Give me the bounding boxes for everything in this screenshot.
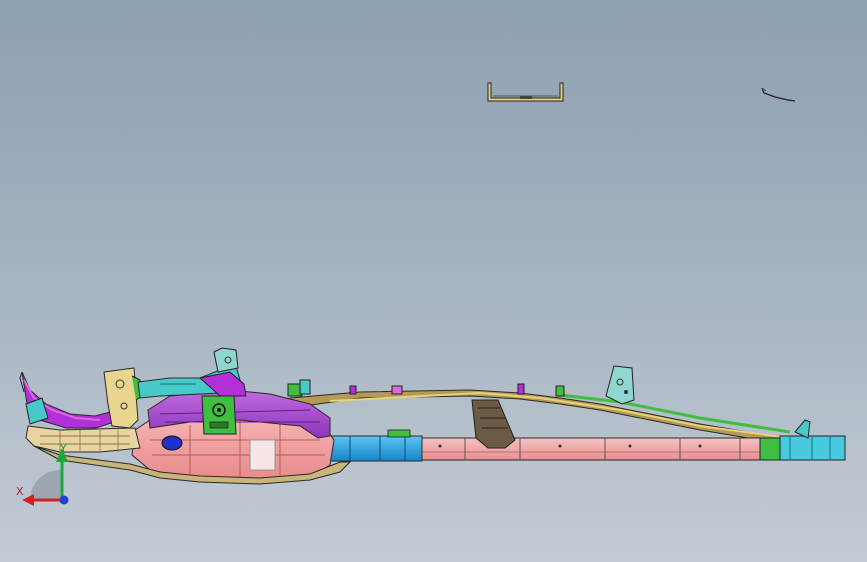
coordinate-triad (22, 448, 69, 506)
x-axis-label: X (16, 485, 24, 498)
model-canvas[interactable] (0, 0, 867, 562)
rear-mount-bracket[interactable] (605, 365, 635, 405)
rear-frame-rail[interactable] (419, 437, 776, 461)
rear-mount-bracket[interactable] (759, 419, 846, 461)
graphics-viewport[interactable]: X Y (0, 0, 867, 562)
floating-wire-part[interactable] (761, 87, 796, 102)
suspension-tower[interactable] (137, 347, 247, 399)
floating-channel-part[interactable] (487, 82, 564, 102)
z-axis-dot (59, 495, 69, 505)
y-axis-label: Y (60, 442, 67, 455)
